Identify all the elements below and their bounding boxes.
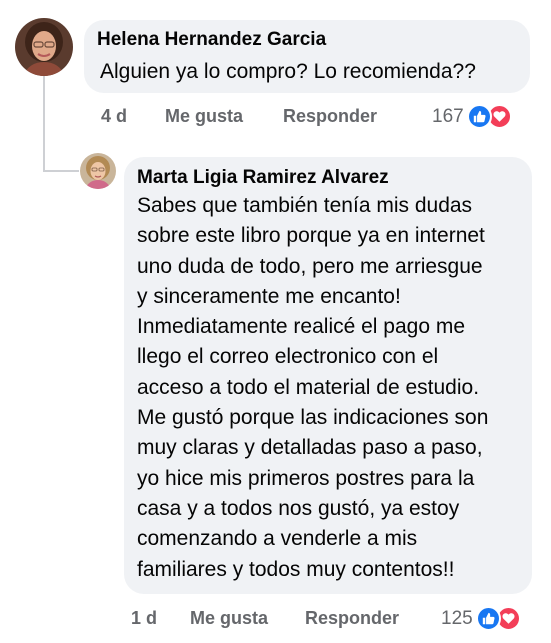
like-button[interactable]: Me gusta bbox=[165, 106, 243, 127]
comment-text: Sabes que también tenía mis dudas sobre … bbox=[137, 194, 489, 581]
reaction-summary[interactable]: 125 bbox=[441, 606, 521, 631]
comment-text: Alguien ya lo compro? Lo recomienda?? bbox=[100, 60, 476, 83]
like-button[interactable]: Me gusta bbox=[190, 608, 268, 629]
comment-bubble: Helena Hernandez Garcia Alguien ya lo co… bbox=[84, 20, 530, 93]
comment-timestamp[interactable]: 1 d bbox=[131, 608, 157, 629]
avatar[interactable] bbox=[80, 153, 116, 189]
reaction-count: 125 bbox=[441, 607, 473, 629]
comment-timestamp[interactable]: 4 d bbox=[101, 106, 127, 127]
comment-thread: Helena Hernandez Garcia Alguien ya lo co… bbox=[0, 0, 551, 643]
comment-author[interactable]: Marta Ligia Ramirez Alvarez bbox=[137, 167, 389, 189]
like-icon bbox=[466, 104, 492, 129]
thread-connector-line bbox=[43, 76, 45, 172]
like-icon bbox=[475, 606, 501, 631]
thread-connector-branch bbox=[43, 170, 79, 172]
reply-button[interactable]: Responder bbox=[305, 608, 399, 629]
reaction-count: 167 bbox=[432, 105, 464, 127]
comment-author[interactable]: Helena Hernandez Garcia bbox=[97, 29, 326, 51]
reply-button[interactable]: Responder bbox=[283, 106, 377, 127]
profile-photo bbox=[80, 153, 116, 189]
reaction-summary[interactable]: 167 bbox=[432, 104, 512, 129]
profile-photo bbox=[15, 18, 73, 76]
avatar[interactable] bbox=[15, 18, 73, 76]
comment-bubble: Marta Ligia Ramirez Alvarez Sabes que ta… bbox=[124, 157, 532, 594]
